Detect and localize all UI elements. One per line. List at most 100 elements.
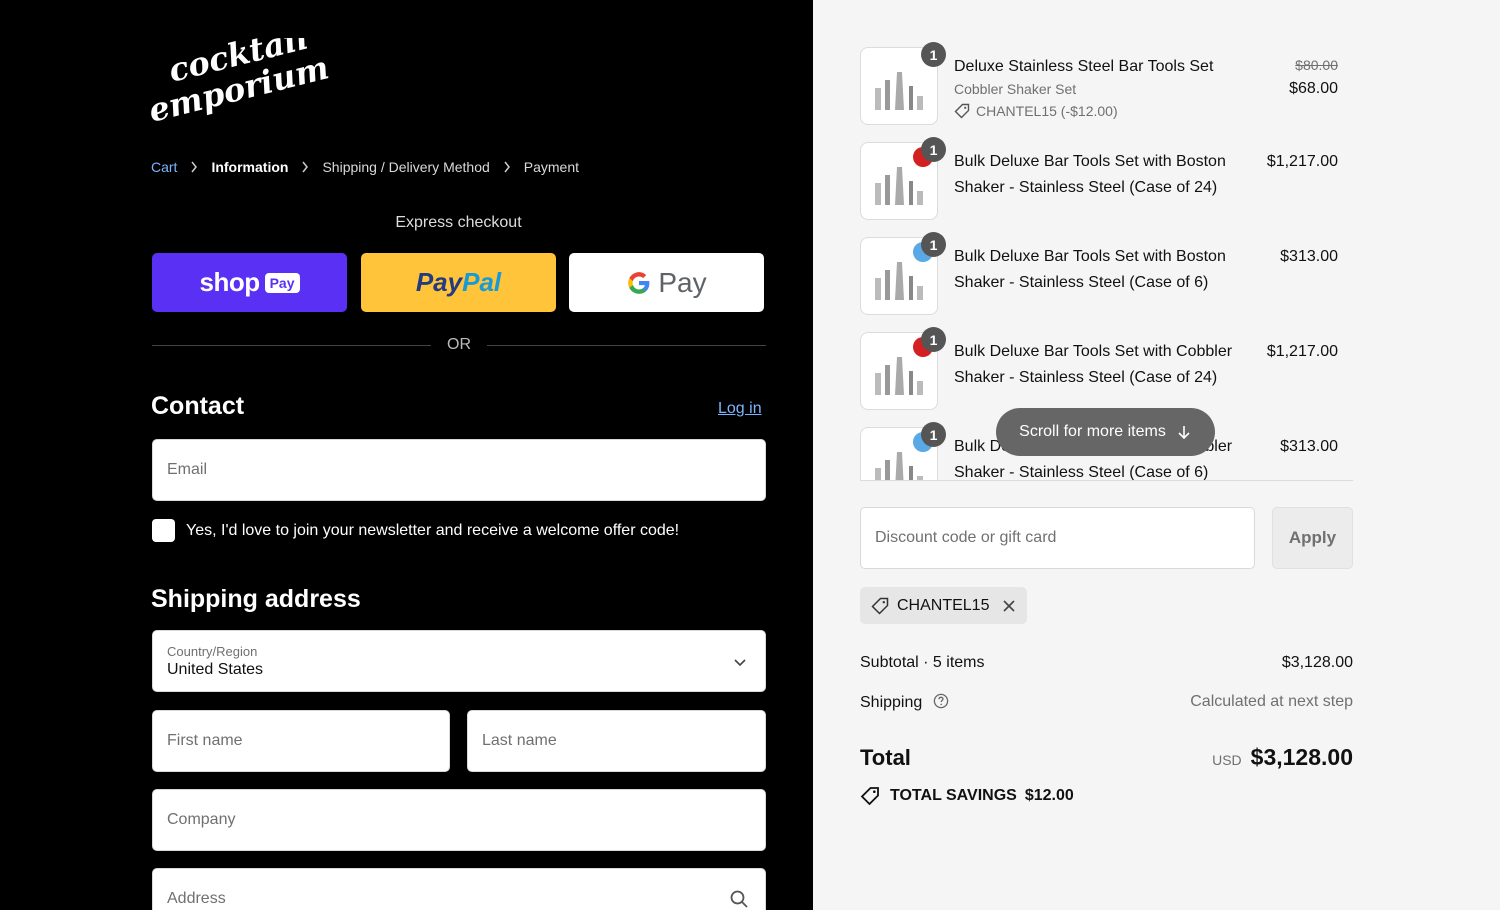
product-variant: Cobbler Shaker Set (954, 81, 1077, 97)
bar-tools-image (875, 262, 923, 300)
shipping-row: Shipping Calculated at next step (860, 693, 1353, 712)
shipping-label: Shipping (860, 694, 923, 711)
address-field[interactable] (152, 868, 766, 910)
search-icon (730, 890, 748, 908)
total-label: Total (860, 745, 911, 770)
or-divider: OR (152, 336, 766, 354)
shop-pay-badge: Pay (264, 272, 300, 293)
checkout-form-panel: cocktail emporium Cart Information Shipp… (0, 0, 813, 910)
item-discount-text: CHANTEL15 (-$12.00) (976, 103, 1118, 119)
quantity-badge: 1 (921, 232, 946, 257)
subtotal-value: $3,128.00 (1281, 654, 1353, 671)
divider-line (487, 344, 766, 346)
breadcrumb: Cart Information Shipping / Delivery Met… (151, 159, 579, 175)
shop-pay-button[interactable]: shop Pay (152, 253, 347, 312)
google-pay-button[interactable]: Pay (569, 253, 764, 312)
google-pay-wordmark: Pay (658, 266, 707, 298)
product-name: Bulk Deluxe Bar Tools Set with Boston Sh… (954, 248, 1226, 291)
cart-item: 1 Bulk Deluxe Bar Tools Set with Boston … (860, 135, 1338, 230)
help-circle-icon[interactable] (933, 693, 949, 709)
original-price: $80.00 (1295, 57, 1338, 73)
item-price: $1,217.00 (1266, 153, 1338, 170)
item-price: $313.00 (1280, 438, 1338, 455)
country-select[interactable]: Country/Region United States (152, 630, 766, 692)
bar-tools-image (875, 72, 923, 110)
subtotal-label: Subtotal · 5 items (860, 654, 985, 671)
last-name-field[interactable] (467, 710, 766, 772)
discounted-price: $68.00 (1289, 80, 1338, 97)
cart-item: 1 Bulk Deluxe Bar Tools Set with Cobbler… (860, 325, 1338, 420)
quantity-badge: 1 (921, 137, 946, 162)
order-summary-panel: 1 Deluxe Stainless Steel Bar Tools Set C… (813, 0, 1500, 910)
product-name: Bulk Deluxe Bar Tools Set with Boston Sh… (954, 153, 1226, 196)
express-checkout-title: Express checkout (395, 214, 522, 231)
last-name-input[interactable] (482, 732, 751, 750)
cart-item: 1 Bulk Deluxe Bar Tools Set with Boston … (860, 230, 1338, 325)
discount-code-field[interactable] (860, 507, 1255, 569)
discount-code-input[interactable] (875, 529, 1240, 547)
log-in-link[interactable]: Log in (718, 400, 762, 418)
product-thumbnail: 1 (860, 137, 946, 220)
breadcrumb-shipping: Shipping / Delivery Method (322, 159, 490, 175)
cocktail-emporium-logo[interactable]: cocktail emporium (145, 18, 335, 129)
paypal-wordmark-part1: Pay (415, 267, 463, 297)
bar-tools-image (875, 167, 923, 205)
item-discount: CHANTEL15 (-$12.00) (954, 103, 1118, 119)
applied-discount-chip: CHANTEL15 (860, 587, 1028, 624)
quantity-badge: 1 (921, 42, 946, 67)
product-thumbnail: 1 (860, 422, 946, 480)
paypal-wordmark-part2: Pal (462, 267, 502, 297)
chevron-right-icon (302, 161, 309, 173)
company-field[interactable] (152, 789, 766, 851)
company-input[interactable] (167, 811, 751, 829)
shipping-label-group: Shipping (860, 693, 949, 712)
email-field[interactable] (152, 439, 766, 501)
shop-pay-wordmark: shop (199, 267, 260, 297)
chevron-right-icon (504, 161, 510, 173)
logo-graphic: cocktail emporium (145, 18, 333, 129)
savings-tag-icon (860, 787, 879, 806)
paypal-button[interactable]: Pay Pal (361, 253, 556, 312)
scroll-hint-label: Scroll for more items (1019, 423, 1166, 440)
total-row: Total USD $3,128.00 (860, 744, 1353, 771)
remove-discount-icon[interactable] (1002, 599, 1016, 613)
newsletter-checkbox[interactable] (152, 519, 175, 542)
total-amount: USD $3,128.00 (1212, 744, 1353, 771)
newsletter-label: Yes, I'd love to join your newsletter an… (186, 521, 680, 539)
product-thumbnail: 1 (860, 327, 946, 410)
bar-tools-image (875, 357, 923, 395)
country-label: Country/Region (167, 643, 258, 659)
email-input[interactable] (167, 461, 751, 479)
first-name-input[interactable] (167, 732, 435, 750)
chevron-down-icon (734, 659, 746, 667)
tag-icon (954, 103, 970, 119)
product-thumbnail: 1 (860, 232, 946, 315)
newsletter-opt-in[interactable]: Yes, I'd love to join your newsletter an… (152, 519, 679, 542)
total-savings: TOTAL SAVINGS $12.00 (860, 786, 1074, 806)
tag-icon (871, 597, 889, 615)
applied-code-text: CHANTEL15 (897, 596, 990, 614)
product-name: Deluxe Stainless Steel Bar Tools Set (954, 58, 1214, 75)
savings-label: TOTAL SAVINGS (890, 787, 1017, 804)
chevron-right-icon (191, 161, 198, 173)
product-thumbnail: 1 (860, 42, 946, 125)
google-g-icon (628, 271, 650, 294)
country-value: United States (167, 660, 264, 678)
currency-code: USD (1212, 752, 1242, 768)
shipping-address-heading: Shipping address (151, 585, 361, 613)
first-name-field[interactable] (152, 710, 450, 772)
item-price: $313.00 (1280, 248, 1338, 265)
subtotal-row: Subtotal · 5 items $3,128.00 (860, 654, 1353, 672)
divider-line (152, 344, 431, 346)
item-price: $1,217.00 (1266, 343, 1338, 360)
total-value: $3,128.00 (1250, 744, 1353, 770)
breadcrumb-cart[interactable]: Cart (151, 159, 177, 175)
apply-discount-button[interactable]: Apply (1272, 507, 1353, 569)
quantity-badge: 1 (921, 422, 946, 447)
scroll-for-more-button[interactable]: Scroll for more items (996, 408, 1215, 456)
arrow-down-icon (1178, 426, 1190, 440)
breadcrumb-information: Information (211, 159, 289, 175)
quantity-badge: 1 (921, 327, 946, 352)
address-input[interactable] (167, 890, 751, 908)
shipping-value: Calculated at next step (1190, 693, 1353, 710)
